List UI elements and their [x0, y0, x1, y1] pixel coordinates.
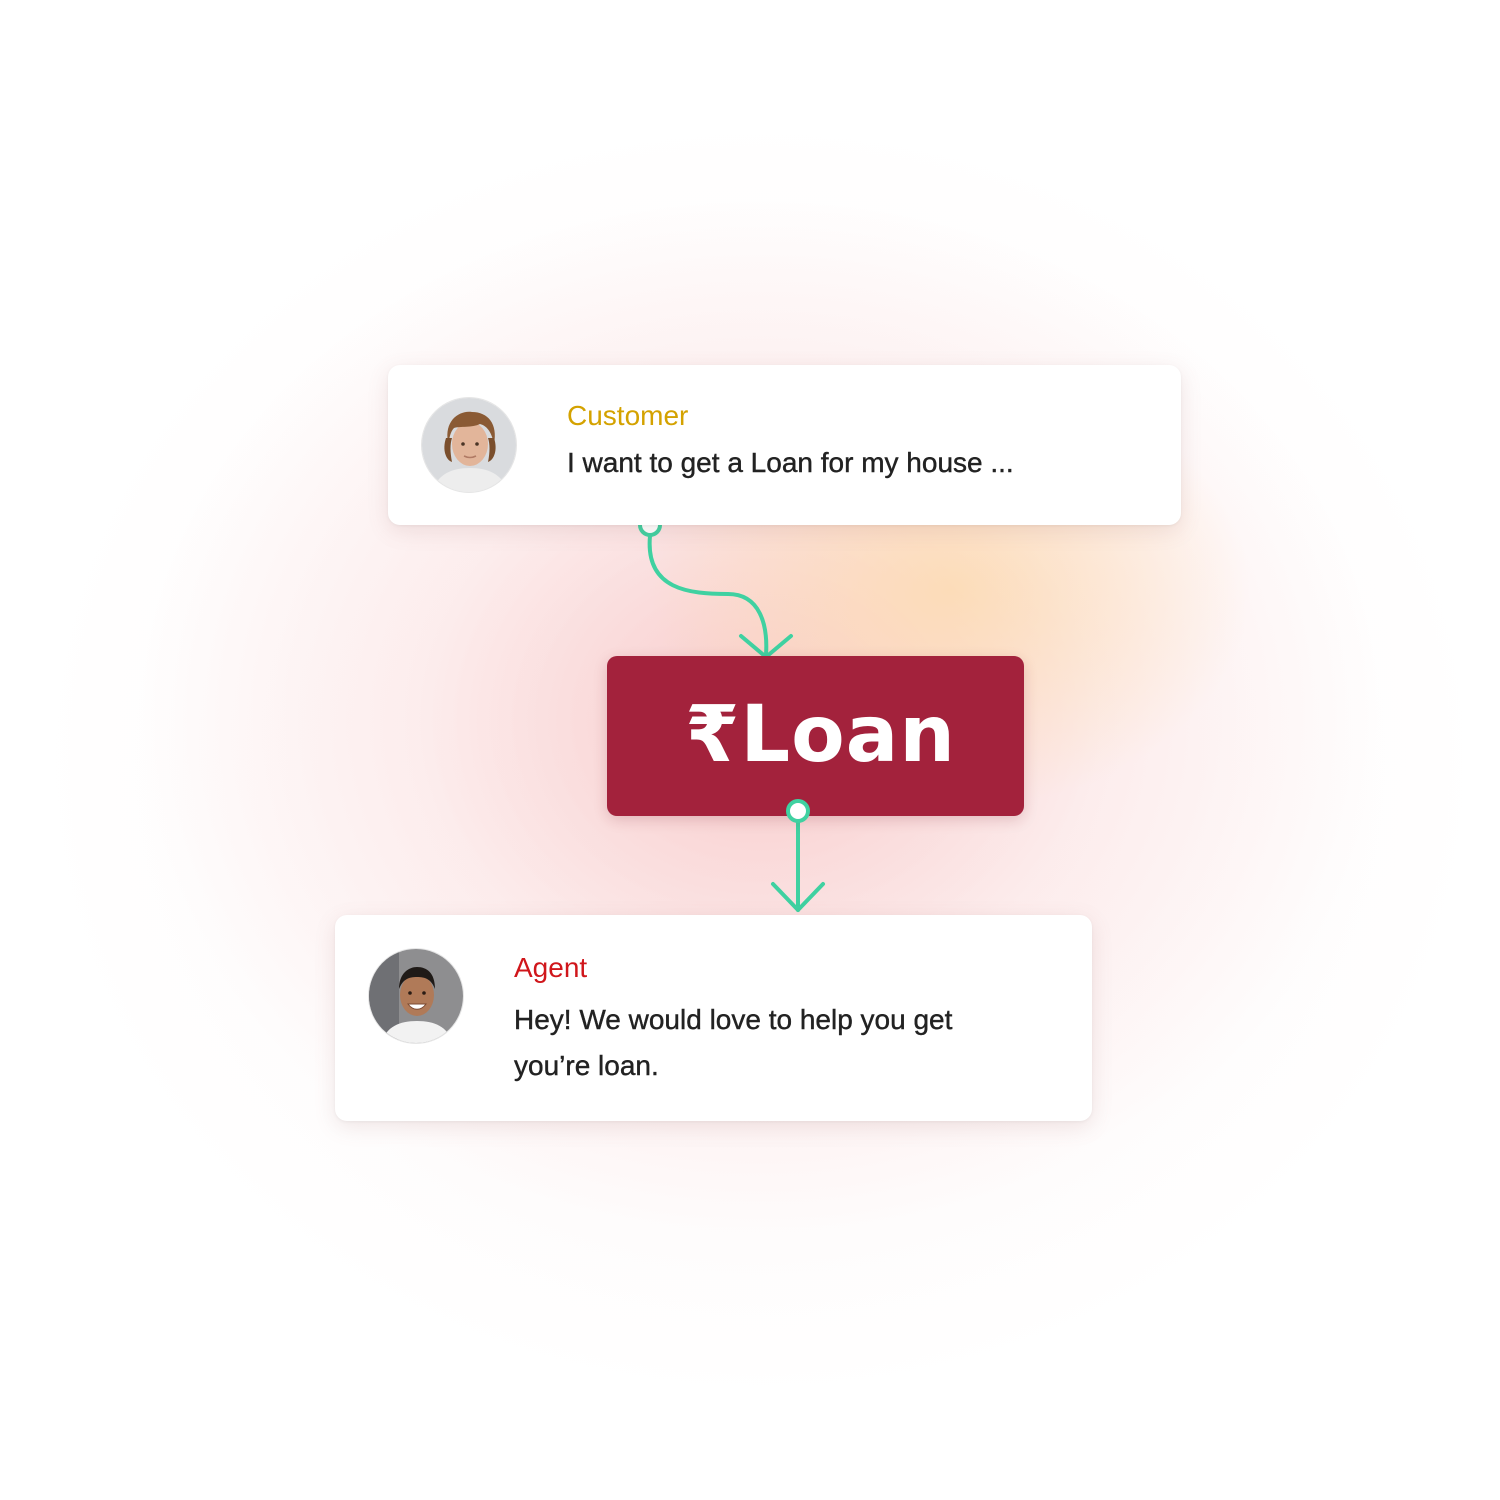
agent-message-text: Hey! We would love to help you get you’r… [514, 1004, 953, 1081]
person-avatar-icon [422, 398, 516, 492]
loan-intent-node: ₹Loan [607, 656, 1024, 816]
agent-role-label: Agent [514, 952, 588, 983]
customer-message-text: I want to get a Loan for my house ... [567, 447, 1014, 478]
agent-message-card: Agent Hey! We would love to help you get… [335, 915, 1092, 1121]
customer-message-card: Customer I want to get a Loan for my hou… [388, 365, 1181, 525]
loan-intent-label: ₹Loan [685, 690, 956, 780]
customer-role-label: Customer [567, 400, 689, 431]
customer-avatar [421, 397, 517, 493]
agent-avatar [368, 948, 464, 1044]
person-avatar-icon [369, 949, 463, 1043]
